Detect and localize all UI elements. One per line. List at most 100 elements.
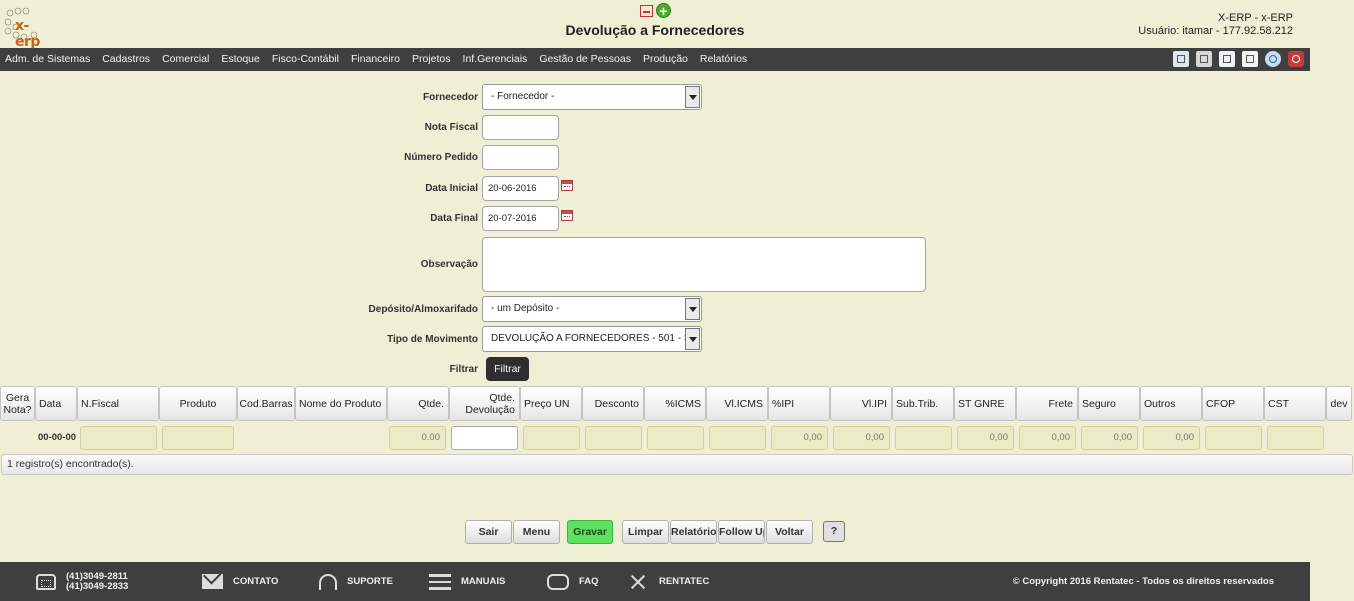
limpar-button[interactable]: Limpar <box>622 520 669 544</box>
row-sub-trib-input[interactable] <box>895 426 952 450</box>
observacao-textarea[interactable] <box>482 237 926 292</box>
col-data[interactable]: Data <box>35 386 77 421</box>
col-dev[interactable]: dev <box>1326 386 1352 421</box>
footer-suporte[interactable]: SUPORTE <box>319 562 393 601</box>
menu-item-fisco-contabil[interactable]: Fisco-Contábil <box>266 48 345 71</box>
deposito-select[interactable]: - um Depósito - <box>482 296 702 322</box>
power-icon[interactable] <box>1288 51 1304 67</box>
col-sub-trib[interactable]: Sub.Trib. <box>892 386 954 421</box>
row-desconto-input[interactable] <box>585 426 642 450</box>
col-nfiscal[interactable]: N.Fiscal <box>77 386 159 421</box>
menu-item-adm-sistemas[interactable]: Adm. de Sistemas <box>0 48 96 71</box>
col-cfop[interactable]: CFOP <box>1202 386 1264 421</box>
row-seguro-input[interactable]: 0,00 <box>1081 426 1138 450</box>
col-st-gnre[interactable]: ST GNRE <box>954 386 1016 421</box>
voltar-button[interactable]: Voltar <box>766 520 813 544</box>
col-qtde[interactable]: Qtde. <box>387 386 449 421</box>
print-icon[interactable] <box>1196 51 1212 67</box>
fornecedor-select[interactable]: - Fornecedor - <box>482 84 702 110</box>
row-nfiscal-input[interactable] <box>80 426 157 450</box>
deposito-value: - um Depósito - <box>491 303 560 314</box>
headset-icon <box>319 573 337 590</box>
user-info: X-ERP - x-ERP Usuário: itamar - 177.92.5… <box>1138 12 1293 38</box>
calendar-icon[interactable] <box>561 180 573 191</box>
menu-item-projetos[interactable]: Projetos <box>406 48 457 71</box>
label-tipo-movimento: Tipo de Movimento <box>387 333 478 345</box>
col-produto[interactable]: Produto <box>159 386 237 421</box>
chevron-down-icon[interactable] <box>685 86 700 108</box>
row-qtde-devolucao-input[interactable] <box>451 426 518 450</box>
help-button[interactable]: ? <box>823 521 845 542</box>
row-preco-un-input[interactable] <box>523 426 580 450</box>
contato-link[interactable]: CONTATO <box>233 576 278 587</box>
col-vl-ipi[interactable]: Vl.IPI <box>830 386 892 421</box>
menu-item-producao[interactable]: Produção <box>637 48 694 71</box>
tipo-movimento-select[interactable]: DEVOLUÇÃO A FORNECEDORES - 501 - S <box>482 326 702 352</box>
home-icon[interactable] <box>1173 51 1189 67</box>
menu-item-inf-gerenciais[interactable]: Inf.Gerenciais <box>457 48 534 71</box>
filtrar-button[interactable]: Filtrar <box>486 357 529 381</box>
col-vl-icms[interactable]: Vl.ICMS <box>706 386 768 421</box>
row-st-gnre-input[interactable]: 0,00 <box>957 426 1014 450</box>
manuais-link[interactable]: MANUAIS <box>461 576 505 587</box>
col-frete[interactable]: Frete <box>1016 386 1078 421</box>
faq-link[interactable]: FAQ <box>579 576 599 587</box>
calendar-icon[interactable] <box>561 210 573 221</box>
col-seguro[interactable]: Seguro <box>1078 386 1140 421</box>
menu-item-relatorios[interactable]: Relatórios <box>694 48 753 71</box>
row-icms-pct-input[interactable] <box>647 426 704 450</box>
row-produto-input[interactable] <box>162 426 234 450</box>
footer-faq[interactable]: FAQ <box>547 562 599 601</box>
col-gera-nota[interactable]: Gera Nota? <box>0 386 35 421</box>
row-vl-ipi-input[interactable]: 0,00 <box>833 426 890 450</box>
add-icon[interactable]: + <box>656 3 671 18</box>
label-fornecedor: Fornecedor <box>422 91 478 103</box>
row-frete-input[interactable]: 0,00 <box>1019 426 1076 450</box>
col-desconto[interactable]: Desconto <box>582 386 644 421</box>
row-cst-input[interactable] <box>1267 426 1324 450</box>
col-nome-produto[interactable]: Nome do Produto <box>295 386 387 421</box>
row-cfop-input[interactable] <box>1205 426 1262 450</box>
col-cst[interactable]: CST <box>1264 386 1326 421</box>
sair-button[interactable]: Sair <box>465 520 512 544</box>
col-outros[interactable]: Outros <box>1140 386 1202 421</box>
menu-item-financeiro[interactable]: Financeiro <box>345 48 406 71</box>
row-observacao: Observação <box>0 237 926 292</box>
suporte-link[interactable]: SUPORTE <box>347 576 393 587</box>
header: x-erp + Devolução a Fornecedores X-ERP -… <box>0 0 1354 50</box>
rentatec-link[interactable]: RENTATEC <box>659 576 709 587</box>
globe-icon[interactable] <box>1265 51 1281 67</box>
footer-rentatec[interactable]: RENTATEC <box>627 562 709 601</box>
follow-up-button[interactable]: Follow Up <box>718 520 765 544</box>
menu-item-gestao-pessoas[interactable]: Gestão de Pessoas <box>533 48 637 71</box>
row-vl-icms-input[interactable] <box>709 426 766 450</box>
col-icms-pct[interactable]: %ICMS <box>644 386 706 421</box>
menu-item-cadastros[interactable]: Cadastros <box>96 48 156 71</box>
nota-fiscal-input[interactable] <box>482 115 559 140</box>
phone-1: (41)3049-2811 <box>66 570 128 582</box>
menu-item-comercial[interactable]: Comercial <box>156 48 215 71</box>
relatorio-button[interactable]: Relatório <box>670 520 717 544</box>
col-cod-barras[interactable]: Cod.Barras <box>237 386 295 421</box>
records-count: 1 registro(s) encontrado(s). <box>1 454 1353 475</box>
chevron-down-icon[interactable] <box>685 298 700 320</box>
row-ipi-pct-input[interactable]: 0,00 <box>771 426 828 450</box>
menu-button[interactable]: Menu <box>513 520 560 544</box>
data-inicial-input[interactable]: 20-06-2016 <box>482 176 559 201</box>
footer-contato[interactable]: CONTATO <box>202 562 278 601</box>
numero-pedido-input[interactable] <box>482 145 559 170</box>
menu-item-estoque[interactable]: Estoque <box>215 48 266 71</box>
col-preco-un[interactable]: Preço UN <box>520 386 582 421</box>
row-qtde-input[interactable]: 0.00 <box>389 426 446 450</box>
page-icon[interactable] <box>1242 51 1258 67</box>
row-data: 00-00-00 <box>38 432 77 443</box>
pdf-icon[interactable] <box>640 4 653 17</box>
document-icon[interactable] <box>1219 51 1235 67</box>
col-ipi-pct[interactable]: %IPI <box>768 386 830 421</box>
data-final-input[interactable]: 20-07-2016 <box>482 206 559 231</box>
row-outros-input[interactable]: 0,00 <box>1143 426 1200 450</box>
chevron-down-icon[interactable] <box>685 328 700 350</box>
footer-manuais[interactable]: MANUAIS <box>429 562 505 601</box>
col-qtde-devolucao[interactable]: Qtde. Devolução <box>449 386 520 421</box>
gravar-button[interactable]: Gravar <box>567 520 613 544</box>
